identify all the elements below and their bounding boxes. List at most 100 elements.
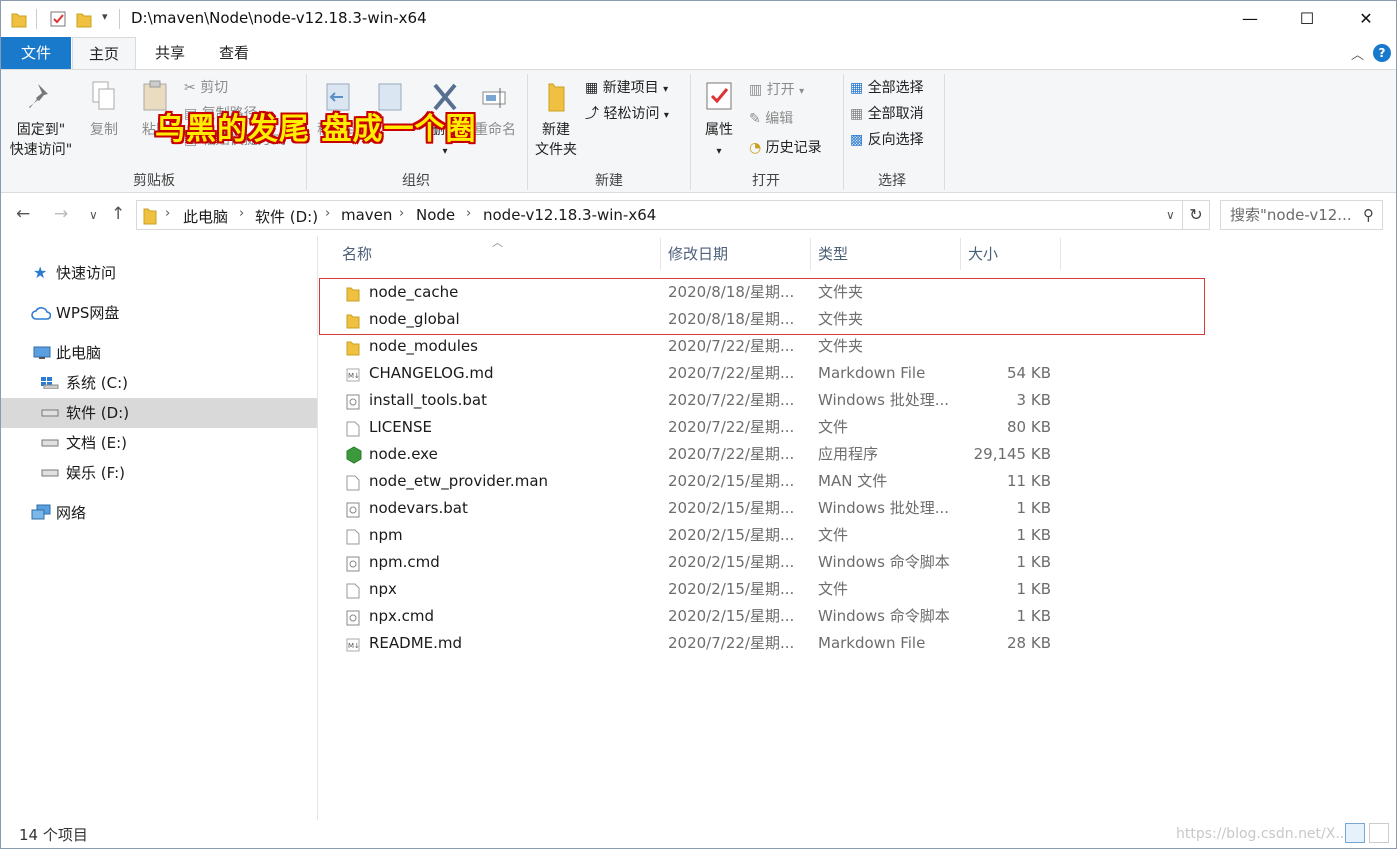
file-row[interactable]: M↓ README.md 2020/7/22/星期... Markdown File 2…: [336, 630, 1056, 657]
column-header-modified[interactable]: 修改日期: [660, 240, 810, 270]
file-row[interactable]: LICENSE 2020/7/22/星期... 文件 80 KB: [336, 414, 1056, 441]
file-row[interactable]: node_etw_provider.man 2020/2/15/星期... MAN …: [336, 468, 1056, 495]
up-arrow-icon[interactable]: ↑: [111, 204, 125, 224]
nav-item-this-pc[interactable]: 此电脑: [1, 338, 317, 368]
breadcrumb-separator-icon[interactable]: ›: [165, 206, 170, 221]
select-all-button[interactable]: ▦ 全部选择: [850, 78, 924, 98]
new-item-button[interactable]: ▦ 新建项目 ▾: [585, 78, 668, 100]
file-row[interactable]: npm 2020/2/15/星期... 文件 1 KB: [336, 522, 1056, 549]
close-button[interactable]: ✕: [1343, 1, 1389, 37]
nav-label: 此电脑: [56, 344, 102, 362]
breadcrumb-separator-icon[interactable]: ›: [399, 206, 404, 221]
maximize-button[interactable]: ☐: [1284, 1, 1330, 37]
file-type: 应用程序: [818, 445, 879, 463]
edit-button[interactable]: ✎ 编辑: [749, 109, 793, 129]
easy-access-button[interactable]: ⤴ 轻松访问 ▾: [585, 104, 669, 126]
file-row[interactable]: node_modules 2020/7/22/星期... 文件夹: [336, 333, 1056, 360]
search-input[interactable]: 搜索"node-v12... ⚲: [1220, 200, 1383, 230]
breadcrumb-current-folder[interactable]: node-v12.18.3-win-x64: [483, 206, 656, 224]
file-row[interactable]: install_tools.bat 2020/7/22/星期... Windows …: [336, 387, 1056, 414]
svg-text:M↓: M↓: [348, 372, 360, 380]
breadcrumb-node[interactable]: Node: [416, 206, 455, 224]
file-type: 文件夹: [818, 337, 864, 355]
column-divider[interactable]: [1060, 238, 1061, 270]
open-label: 打开: [766, 82, 795, 98]
pin-icon: [29, 84, 48, 108]
file-row[interactable]: npx 2020/2/15/星期... 文件 1 KB: [336, 576, 1056, 603]
breadcrumb-maven[interactable]: maven: [341, 206, 392, 224]
forward-arrow-icon[interactable]: →: [54, 204, 68, 224]
tab-view[interactable]: 查看: [202, 37, 266, 69]
nav-item-quick-access[interactable]: ★ 快速访问: [1, 258, 317, 288]
file-row[interactable]: npx.cmd 2020/2/15/星期... Windows 命令脚本 1 KB: [336, 603, 1056, 630]
file-row[interactable]: npm.cmd 2020/2/15/星期... Windows 命令脚本 1 KB: [336, 549, 1056, 576]
history-button[interactable]: ◔ 历史记录: [749, 138, 822, 158]
file-size: 1 KB: [1016, 607, 1051, 625]
breadcrumb-this-pc[interactable]: 此电脑: [183, 206, 228, 227]
details-view-icon[interactable]: [1345, 823, 1365, 843]
easy-access-icon: ⤴: [585, 106, 599, 122]
recent-locations-icon[interactable]: ∨: [89, 208, 98, 222]
copy-label: 复制: [90, 122, 118, 138]
star-icon: ★: [33, 263, 48, 282]
minimize-button[interactable]: —: [1227, 1, 1273, 37]
file-row[interactable]: node.exe 2020/7/22/星期... 应用程序 29,145 KB: [336, 441, 1056, 468]
large-icons-view-icon[interactable]: [1369, 823, 1389, 843]
select-none-button[interactable]: ▦ 全部取消: [850, 104, 924, 124]
collapse-ribbon-icon[interactable]: ︿: [1351, 44, 1364, 63]
file-row[interactable]: M↓ CHANGELOG.md 2020/7/22/星期... Markdown Fi…: [336, 360, 1056, 387]
properties-label: 属性: [705, 122, 733, 138]
history-label: 历史记录: [765, 140, 822, 156]
breadcrumb-separator-icon[interactable]: ›: [239, 206, 244, 221]
help-icon[interactable]: ?: [1373, 44, 1391, 62]
invert-selection-button[interactable]: ▩ 反向选择: [850, 130, 924, 150]
open-icon: ▥: [749, 82, 763, 98]
properties-dropdown-icon[interactable]: ▾: [716, 146, 721, 157]
file-size: 1 KB: [1016, 526, 1051, 544]
refresh-button[interactable]: ↻: [1183, 200, 1210, 230]
file-type: Windows 批处理...: [818, 391, 950, 409]
customize-quick-access-icon[interactable]: ▾: [102, 10, 108, 23]
file-size: 1 KB: [1016, 499, 1051, 517]
properties-button[interactable]: 属性 ▾: [697, 80, 741, 162]
nav-item-wps-drive[interactable]: WPS网盘: [1, 298, 317, 328]
group-divider: [527, 74, 528, 190]
breadcrumb-separator-icon[interactable]: ›: [466, 206, 471, 221]
cut-label: 剪切: [200, 80, 229, 96]
address-bar[interactable]: › 此电脑 › 软件 (D:) › maven › Node › node-v1…: [136, 200, 1183, 230]
column-header-name[interactable]: 名称: [334, 240, 660, 270]
nav-item-drive-e[interactable]: 文档 (E:): [1, 428, 317, 458]
tab-file[interactable]: 文件: [1, 37, 71, 69]
nav-item-drive-c[interactable]: 系统 (C:): [1, 368, 317, 398]
open-group-label: 打开: [752, 173, 780, 189]
new-folder-quick-icon[interactable]: [76, 10, 92, 28]
nav-label: 快速访问: [56, 264, 117, 282]
open-button[interactable]: ▥ 打开 ▾: [749, 80, 804, 102]
file-row[interactable]: nodevars.bat 2020/2/15/星期... Windows 批处理..…: [336, 495, 1056, 522]
column-header-type[interactable]: 类型: [810, 240, 960, 270]
new-folder-button[interactable]: 新建 文件夹: [531, 80, 581, 160]
cut-button[interactable]: ✂ 剪切: [184, 78, 228, 98]
copy-button[interactable]: 复制: [83, 80, 125, 140]
nav-item-network[interactable]: 网络: [1, 498, 317, 528]
drive-icon: [41, 469, 59, 477]
properties-quick-icon[interactable]: [49, 10, 67, 28]
nav-item-drive-d[interactable]: 软件 (D:): [1, 398, 317, 428]
select-all-icon: ▦: [850, 80, 864, 96]
tab-home[interactable]: 主页: [72, 37, 136, 70]
select-none-label: 全部取消: [867, 106, 924, 122]
nav-item-drive-f[interactable]: 娱乐 (F:): [1, 458, 317, 488]
edit-pencil-icon: ✎: [749, 111, 761, 127]
pane-divider[interactable]: [317, 236, 318, 820]
address-dropdown-icon[interactable]: ∨: [1166, 208, 1175, 222]
back-arrow-icon[interactable]: ←: [16, 204, 30, 224]
breadcrumb-separator-icon[interactable]: ›: [325, 206, 330, 221]
search-icon[interactable]: ⚲: [1363, 201, 1374, 229]
cloud-icon: [31, 307, 51, 320]
file-size: 11 KB: [1007, 472, 1051, 490]
pin-quick-access-button[interactable]: 固定到" 快速访问": [9, 80, 73, 160]
breadcrumb-drive-d[interactable]: 软件 (D:): [255, 206, 318, 227]
tab-share[interactable]: 共享: [138, 37, 202, 69]
rename-button[interactable]: 重命名: [469, 80, 521, 140]
column-header-size[interactable]: 大小: [960, 240, 1060, 270]
